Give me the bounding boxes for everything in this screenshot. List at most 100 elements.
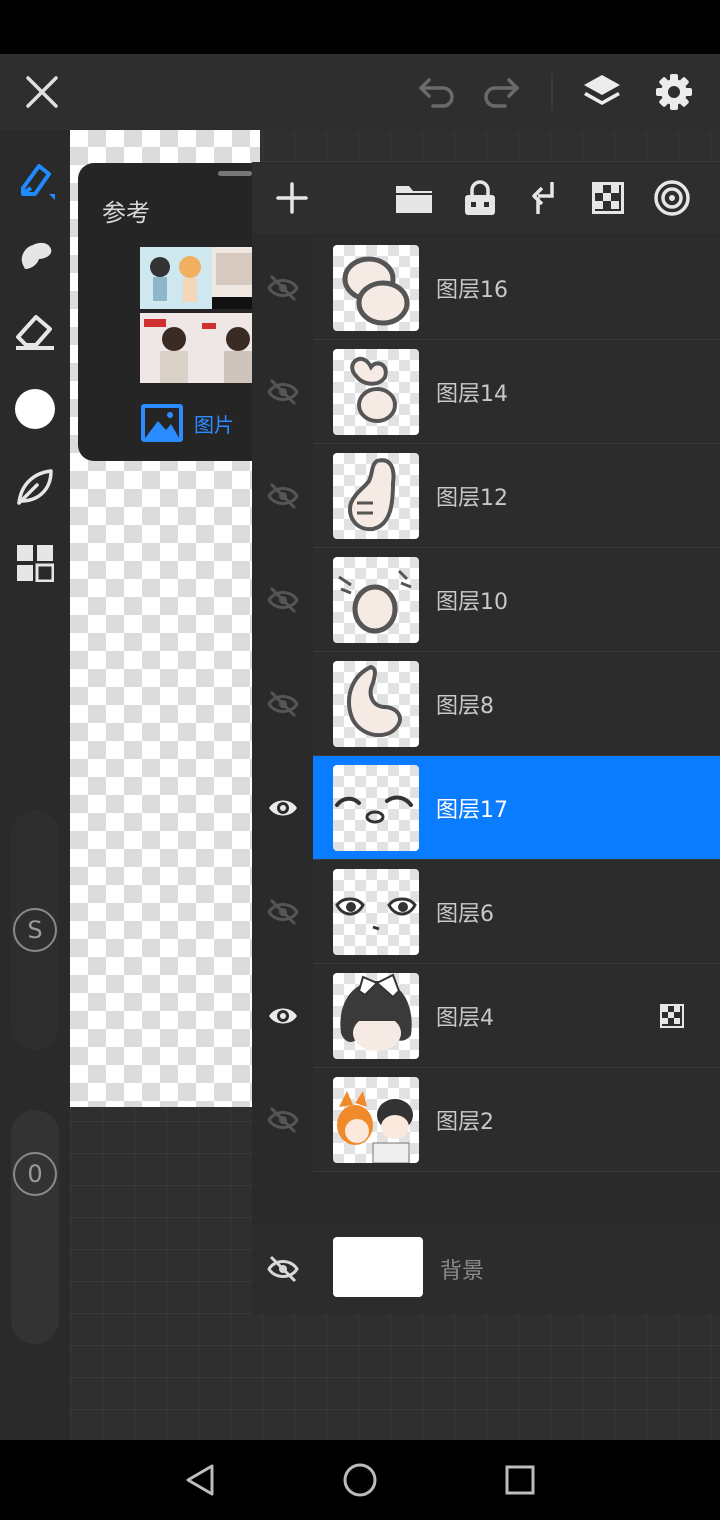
home-button[interactable] <box>320 1440 400 1520</box>
lock-layer-button[interactable] <box>450 168 510 228</box>
layer-main[interactable]: 图层12 <box>313 444 720 548</box>
layer-main[interactable]: 图层8 <box>313 652 720 756</box>
smudge-tool[interactable] <box>0 220 70 290</box>
layer-group-button[interactable] <box>384 168 444 228</box>
layer-name: 图层16 <box>436 278 508 303</box>
redo-button[interactable] <box>470 54 532 130</box>
layer-visibility-toggle[interactable] <box>252 236 313 340</box>
lock-icon <box>465 180 495 215</box>
layer-visibility-toggle[interactable] <box>252 652 313 756</box>
layer-thumbnail <box>333 869 419 955</box>
close-button[interactable] <box>10 54 74 130</box>
layer-main[interactable]: 图层16 <box>313 236 720 340</box>
layer-row[interactable]: 图层14 <box>252 340 720 444</box>
undo-icon <box>419 78 454 108</box>
brush-size-handle[interactable]: S <box>11 906 59 954</box>
layers-icon <box>584 75 620 105</box>
layer-thumbnail <box>333 349 419 435</box>
layer-row[interactable]: 图层12 <box>252 444 720 548</box>
opacity-indicator: 0 <box>13 1152 57 1196</box>
alpha-lock-button[interactable] <box>578 168 638 228</box>
reference-image-1-content <box>140 247 268 309</box>
reference-panel: 参考 图片 <box>78 163 268 461</box>
layer-row[interactable]: 图层6 <box>252 860 720 964</box>
layer-row[interactable]: 图层2 <box>252 1068 720 1172</box>
layer-row-selected[interactable]: 图层17 <box>252 756 720 860</box>
smudge-icon <box>21 242 52 269</box>
plus-icon <box>276 182 308 214</box>
reference-drag-handle[interactable] <box>218 171 252 176</box>
undo-button[interactable] <box>406 54 468 130</box>
system-nav-bar <box>0 1440 720 1520</box>
add-layer-button[interactable] <box>262 168 322 228</box>
brush-tool[interactable] <box>0 145 70 215</box>
back-triangle-icon <box>186 1464 214 1496</box>
reference-title: 参考 <box>102 199 150 227</box>
background-visibility-toggle[interactable] <box>252 1224 313 1314</box>
image-icon <box>141 404 183 442</box>
layer-main[interactable]: 图层17 <box>313 756 720 860</box>
reference-image-1[interactable] <box>140 247 268 309</box>
layer-thumbnail <box>333 661 419 747</box>
layer-main[interactable]: 图层14 <box>313 340 720 444</box>
more-tools-button[interactable] <box>0 528 70 598</box>
color-picker-button[interactable] <box>0 374 70 444</box>
leaf-icon <box>17 469 53 505</box>
layer-name: 图层4 <box>436 1006 494 1031</box>
opacity-slider[interactable]: 0 <box>11 1110 59 1344</box>
layer-name: 图层6 <box>436 902 494 927</box>
layer-thumbnail <box>333 557 419 643</box>
back-button[interactable] <box>160 1440 240 1520</box>
layer-name: 图层10 <box>436 590 508 615</box>
reference-image-label: 图片 <box>194 412 234 437</box>
brush-size-slider[interactable]: S <box>11 810 59 1050</box>
layer-thumbnail <box>333 973 419 1059</box>
eye-hidden-icon <box>266 274 299 302</box>
layer-visibility-toggle[interactable] <box>252 340 313 444</box>
layer-visibility-toggle[interactable] <box>252 548 313 652</box>
layer-main[interactable]: 图层4 <box>313 964 720 1068</box>
layer-row[interactable]: 图层4 <box>252 964 720 1068</box>
background-layer-row[interactable]: 背景 <box>252 1224 720 1314</box>
layer-name: 图层14 <box>436 382 508 407</box>
merge-down-icon <box>532 182 554 214</box>
layer-mode-button[interactable] <box>642 168 702 228</box>
recents-button[interactable] <box>480 1440 560 1520</box>
layer-thumbnail <box>333 453 419 539</box>
layer-visibility-toggle[interactable] <box>252 1068 313 1172</box>
reference-image-button[interactable]: 图片 <box>140 403 234 443</box>
layer-thumbnail <box>333 765 419 851</box>
recents-square-icon <box>505 1465 535 1495</box>
layer-visibility-toggle[interactable] <box>252 444 313 548</box>
reference-image-2-content <box>140 313 268 383</box>
layer-main[interactable]: 图层6 <box>313 860 720 964</box>
layers-toolbar <box>252 162 720 234</box>
merge-down-button[interactable] <box>514 168 574 228</box>
reference-image-2[interactable] <box>140 313 268 383</box>
background-layer-name: 背景 <box>440 1259 485 1284</box>
alpha-lock-indicator <box>660 1004 684 1032</box>
layers-button[interactable] <box>570 54 634 130</box>
size-indicator: S <box>13 908 57 952</box>
liquify-tool[interactable] <box>0 452 70 522</box>
target-icon <box>654 180 690 216</box>
opacity-handle[interactable]: 0 <box>11 1150 59 1198</box>
background-thumbnail <box>333 1237 423 1297</box>
layer-thumbnail <box>333 1077 419 1163</box>
current-color-swatch <box>15 389 55 429</box>
layer-main[interactable]: 图层10 <box>313 548 720 652</box>
checkerboard-icon <box>592 182 624 214</box>
layer-visibility-toggle[interactable] <box>252 756 313 860</box>
eye-hidden-icon <box>266 1255 299 1283</box>
layer-visibility-toggle[interactable] <box>252 860 313 964</box>
layer-visibility-toggle[interactable] <box>252 964 313 1068</box>
layers-panel: 图层16 图层14 图层12 图层10 图层8 图层17 图层6 图层4 图层2… <box>252 162 720 1314</box>
layer-main[interactable]: 图层2 <box>313 1068 720 1172</box>
eraser-tool[interactable] <box>0 296 70 366</box>
settings-button[interactable] <box>642 54 706 130</box>
layer-row[interactable]: 图层16 <box>252 236 720 340</box>
redo-icon <box>484 78 519 108</box>
layer-row[interactable]: 图层10 <box>252 548 720 652</box>
eraser-icon <box>16 315 54 350</box>
layer-row[interactable]: 图层8 <box>252 652 720 756</box>
